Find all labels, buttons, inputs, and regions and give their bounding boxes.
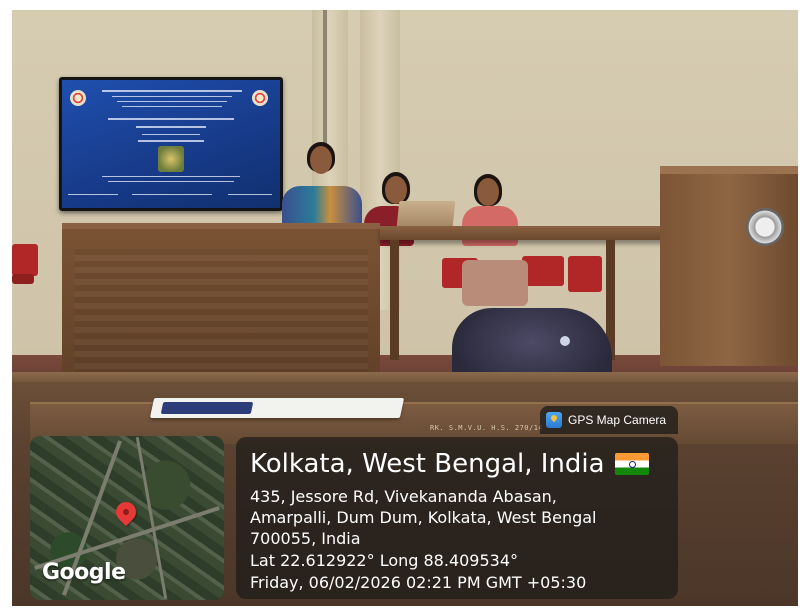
stage-label: RK. S.M.V.U. H.S. 270/14 bbox=[430, 424, 544, 432]
person-head bbox=[310, 146, 332, 174]
coordinates: Lat 22.612922° Long 88.409534° bbox=[250, 551, 519, 570]
map-pin-icon bbox=[111, 497, 141, 527]
slide-right-emblem-icon bbox=[252, 90, 268, 106]
projected-slide bbox=[59, 77, 283, 211]
address-line-3: 700055, India bbox=[250, 529, 361, 548]
wall-conduit bbox=[323, 10, 327, 160]
india-flag-icon bbox=[614, 453, 649, 475]
red-chair bbox=[522, 256, 564, 286]
slide-center-image bbox=[158, 146, 184, 172]
bag-logo-icon bbox=[560, 336, 570, 346]
location-title-text: Kolkata, West Bengal, India bbox=[250, 449, 605, 479]
datetime: Friday, 06/02/2026 02:21 PM GMT +05:30 bbox=[250, 573, 587, 592]
person-seated-legs bbox=[462, 260, 528, 306]
person-head bbox=[477, 178, 499, 206]
papers-on-stage bbox=[149, 398, 405, 418]
address-line-2: Amarpalli, Dum Dum, Kolkata, West Bengal bbox=[250, 508, 597, 527]
map-thumbnail: Google bbox=[30, 436, 224, 600]
laptop bbox=[396, 201, 456, 227]
google-logo: Google bbox=[42, 560, 126, 585]
red-chair-seat bbox=[12, 274, 34, 284]
gps-camera-icon bbox=[546, 412, 562, 428]
map-road bbox=[135, 436, 168, 600]
address-line-1: 435, Jessore Rd, Vivekananda Abasan, bbox=[250, 487, 557, 506]
gps-map-camera-badge: GPS Map Camera bbox=[540, 406, 678, 434]
podium-emblem-icon bbox=[746, 208, 784, 246]
wooden-table bbox=[380, 226, 700, 240]
location-title: Kolkata, West Bengal, India bbox=[250, 449, 649, 479]
red-chair bbox=[568, 256, 602, 292]
slide-left-emblem-icon bbox=[70, 90, 86, 106]
brand-label: GPS Map Camera bbox=[568, 413, 667, 427]
red-chair bbox=[12, 244, 38, 276]
table-leg bbox=[390, 240, 399, 360]
person-head bbox=[385, 176, 407, 204]
podium bbox=[660, 166, 798, 366]
wooden-desk bbox=[62, 223, 380, 393]
